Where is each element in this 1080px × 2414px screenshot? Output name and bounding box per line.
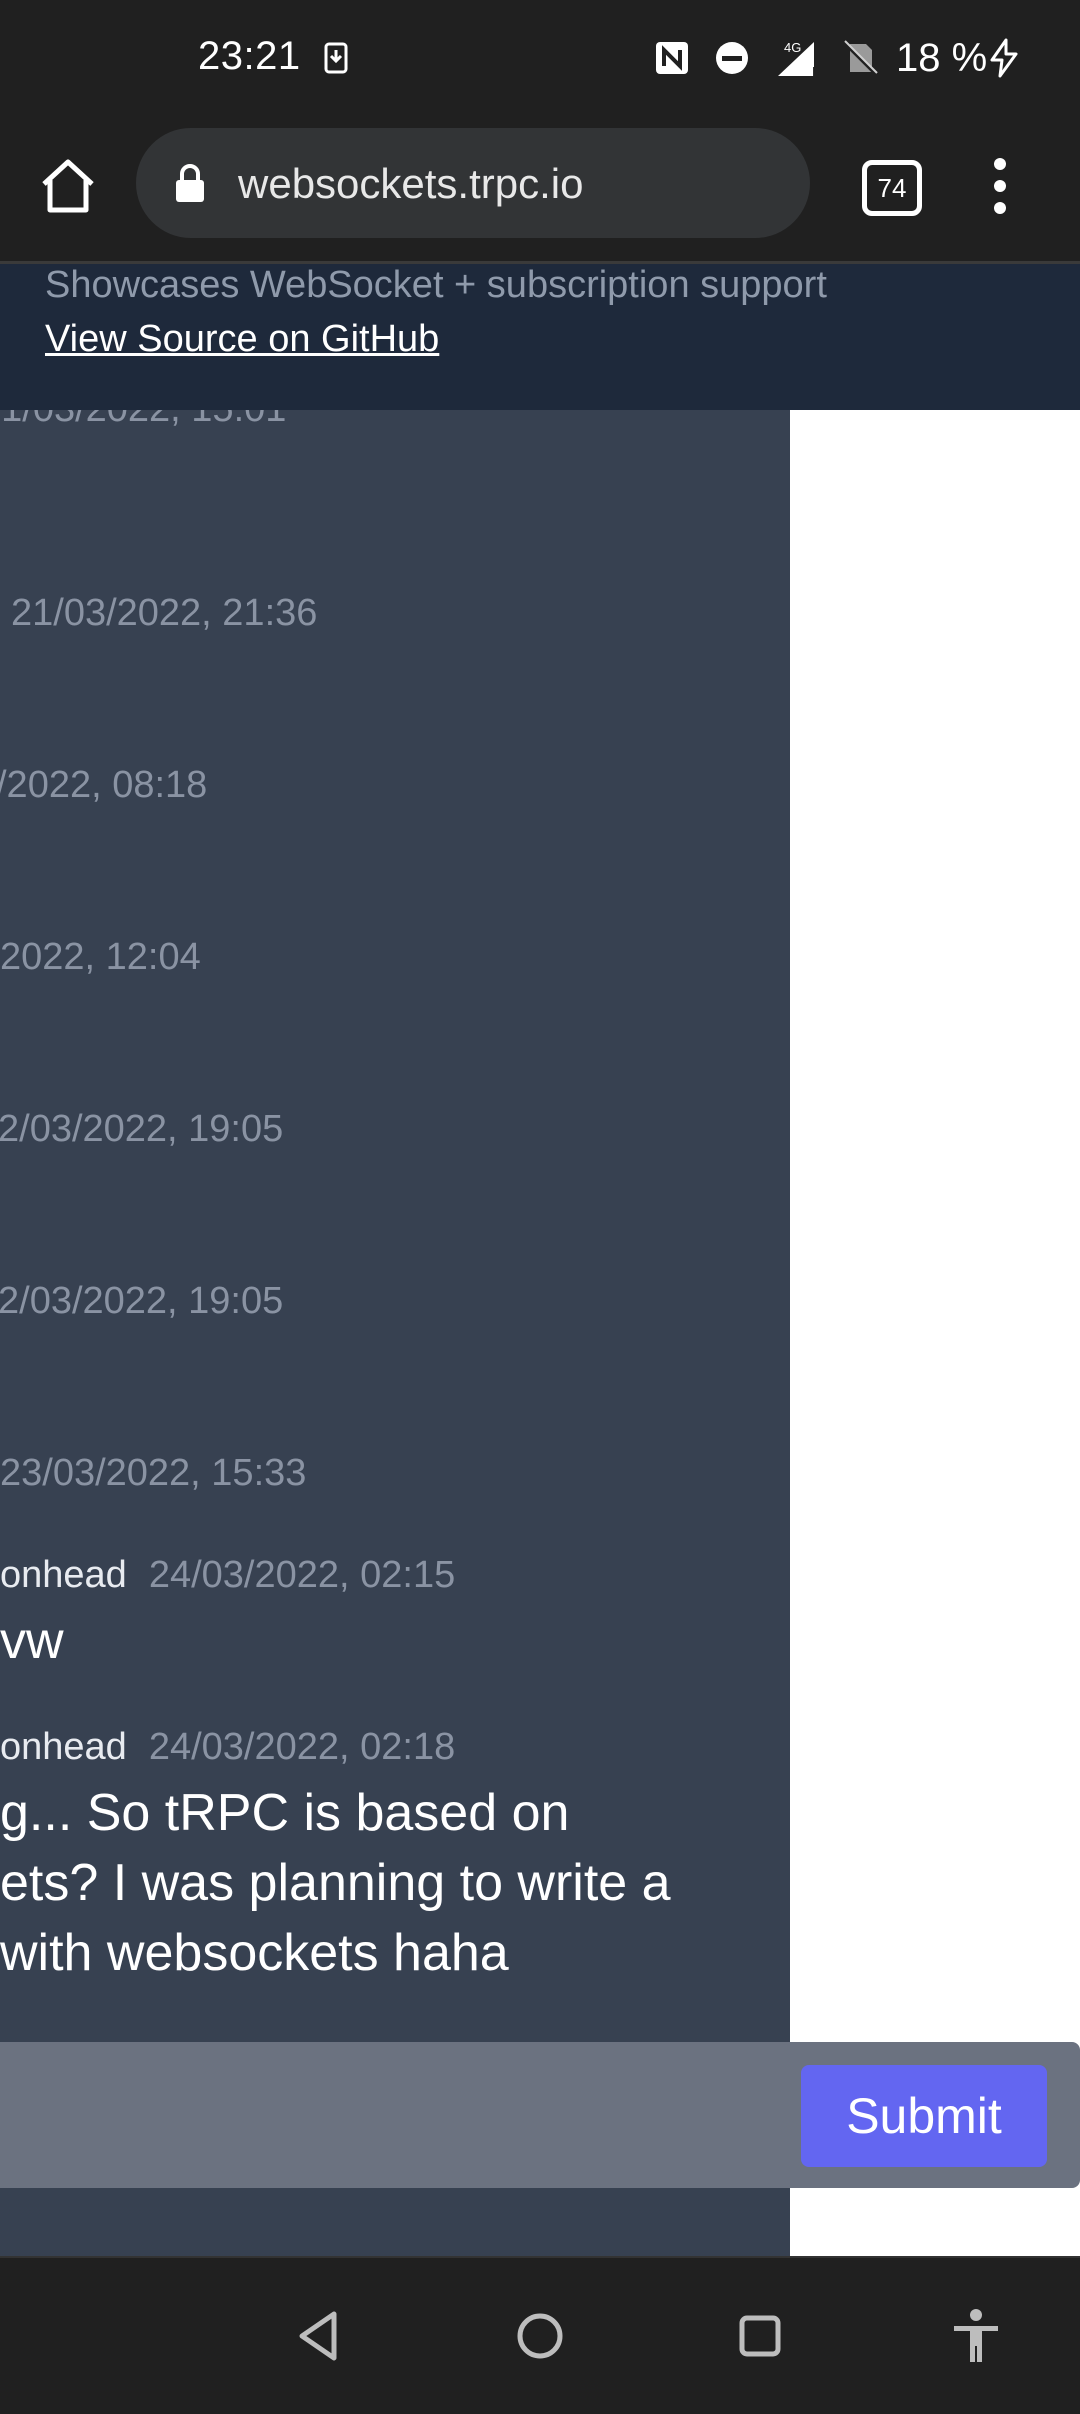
message-text: ets? I was planning to write a — [0, 1854, 671, 1912]
message-timestamp: 2022, 12:04 — [0, 936, 201, 978]
message-header: onhead 24/03/2022, 02:15 — [0, 1554, 455, 1597]
svg-text:4G: 4G — [784, 40, 801, 55]
page-subtitle: Showcases WebSocket + subscription suppo… — [45, 264, 827, 306]
system-navigation-bar — [0, 2256, 1080, 2414]
home-circle-icon[interactable] — [510, 2306, 570, 2366]
message-timestamp: 24/03/2022, 02:15 — [148, 1554, 456, 1596]
message-timestamp: /2022, 08:18 — [0, 764, 208, 806]
message-timestamp: 21/03/2022, 21:36 — [11, 592, 318, 634]
messages-list: 21/03/2022, 15:01 21/03/2022, 21:36 /202… — [0, 410, 790, 2256]
message-timestamp: 2/03/2022, 19:05 — [0, 1280, 284, 1322]
message-composer: Submit — [0, 2042, 1080, 2188]
nfc-icon — [656, 42, 688, 74]
message-text: g... So tRPC is based on — [0, 1784, 570, 1842]
lock-icon — [176, 164, 204, 202]
submit-button[interactable]: Submit — [801, 2065, 1047, 2167]
do-not-disturb-icon — [716, 42, 748, 74]
message-author: onhead — [0, 1554, 127, 1596]
message-header: onhead 24/03/2022, 02:18 — [0, 1726, 455, 1769]
tab-switcher-button[interactable]: 74 — [862, 160, 922, 216]
status-bar: 23:21 4G R 18 % — [0, 0, 1080, 124]
url-text[interactable]: websockets.trpc.io — [238, 160, 583, 208]
home-icon[interactable] — [36, 154, 100, 218]
message-timestamp: 23/03/2022, 15:33 — [0, 1452, 307, 1494]
message-text: with websockets haha — [0, 1924, 509, 1982]
charging-icon — [990, 38, 1018, 78]
download-notification-icon — [324, 42, 348, 74]
browser-toolbar: websockets.trpc.io 74 — [0, 124, 1080, 264]
battery-level: 18 % — [896, 36, 988, 80]
message-timestamp: 2/03/2022, 19:05 — [0, 1108, 284, 1150]
url-bar[interactable]: websockets.trpc.io — [136, 128, 810, 238]
github-source-link[interactable]: View Source on GitHub — [45, 318, 439, 361]
status-time: 23:21 — [198, 34, 301, 78]
message-timestamp: 24/03/2022, 02:18 — [148, 1726, 456, 1768]
page-header: Showcases WebSocket + subscription suppo… — [0, 264, 1080, 410]
overflow-menu-icon[interactable] — [984, 154, 1016, 218]
message-text: vw — [0, 1612, 64, 1670]
svg-text:R: R — [812, 64, 821, 78]
signal-4g-icon: 4G R — [778, 40, 821, 78]
message-input[interactable] — [0, 2042, 790, 2188]
no-sim-icon — [842, 40, 878, 76]
accessibility-icon[interactable] — [946, 2306, 1006, 2366]
message-author: onhead — [0, 1726, 127, 1768]
recents-icon[interactable] — [730, 2306, 790, 2366]
page-background — [790, 410, 1080, 2256]
back-icon[interactable] — [290, 2306, 350, 2366]
message-timestamp: 21/03/2022, 15:01 — [0, 410, 286, 431]
